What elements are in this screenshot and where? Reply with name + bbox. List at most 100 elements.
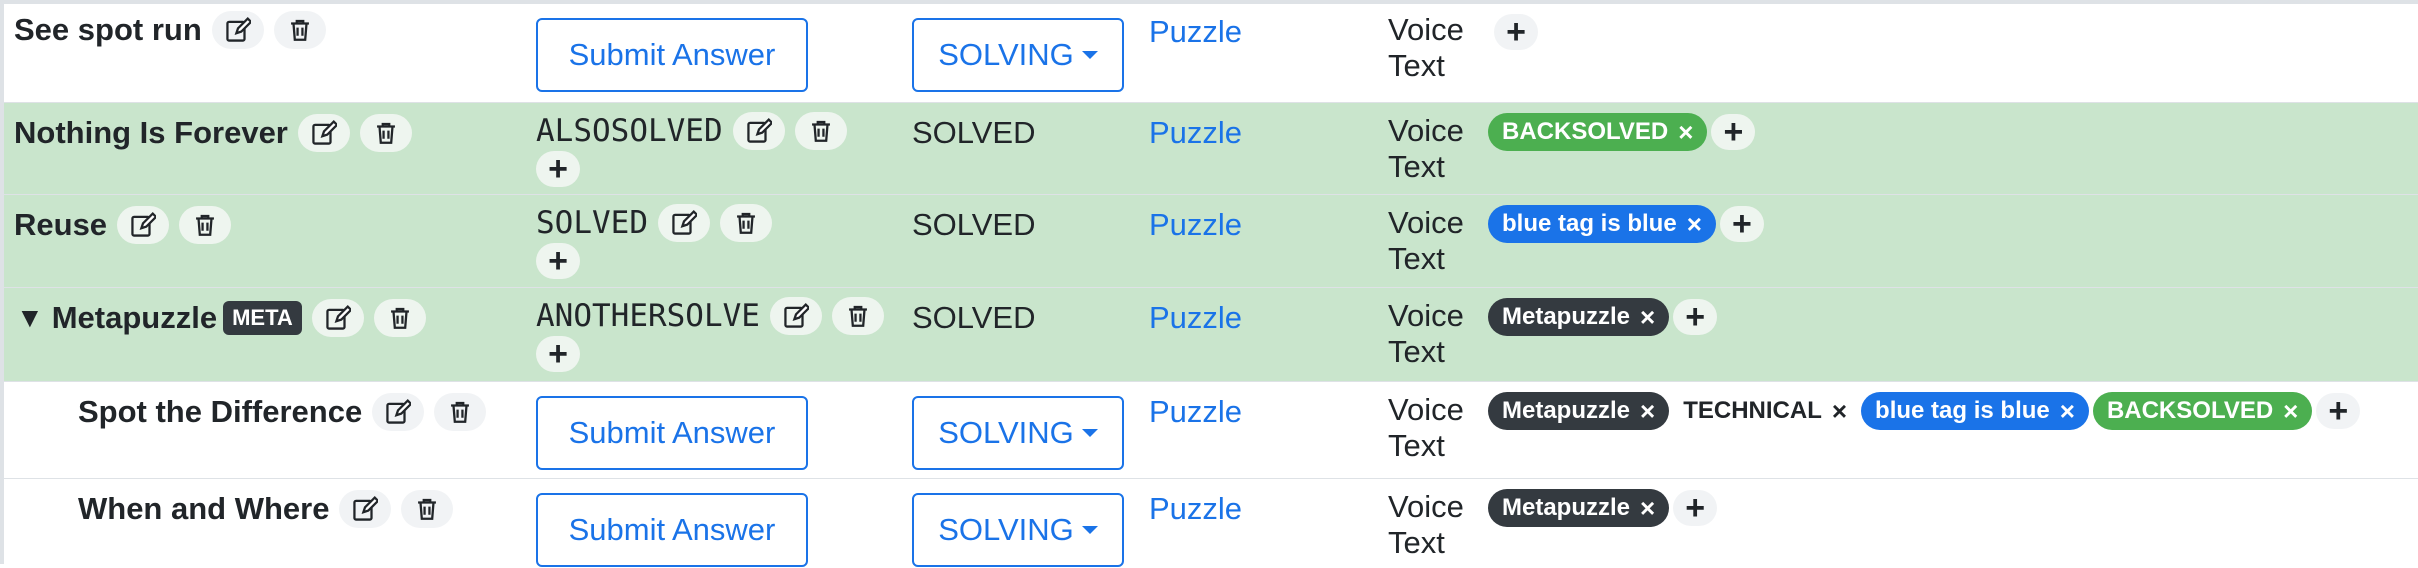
- puzzle-link[interactable]: Puzzle: [1149, 394, 1242, 429]
- status-dropdown[interactable]: SOLVING: [912, 18, 1124, 92]
- add-tag-button[interactable]: +: [1673, 490, 1718, 526]
- trash-icon: [376, 122, 395, 144]
- add-tag-button[interactable]: +: [1494, 14, 1538, 50]
- puzzle-table: See spot run Submit Answer SOLVING Puzzl…: [0, 0, 2418, 567]
- voice-link[interactable]: Voice: [1388, 298, 1464, 334]
- add-tag-button[interactable]: +: [1719, 206, 1764, 242]
- puzzle-link[interactable]: Puzzle: [1149, 300, 1242, 335]
- trash-icon: [811, 120, 830, 142]
- delete-puzzle-button[interactable]: [273, 11, 326, 49]
- voice-link[interactable]: Voice: [1388, 489, 1464, 525]
- edit-name-button[interactable]: [297, 114, 350, 152]
- text-link[interactable]: Text: [1388, 428, 1464, 464]
- delete-answer-button[interactable]: [831, 297, 884, 335]
- submit-answer-button[interactable]: Submit Answer: [536, 396, 808, 470]
- edit-icon: [746, 118, 772, 143]
- delete-puzzle-button[interactable]: [179, 206, 232, 244]
- edit-icon: [386, 399, 412, 424]
- delete-puzzle-button[interactable]: [401, 490, 454, 528]
- caret-down-icon: [1081, 51, 1098, 59]
- puzzle-name: Nothing Is Forever: [14, 115, 288, 150]
- close-icon[interactable]: ×: [2283, 396, 2298, 427]
- puzzle-link[interactable]: Puzzle: [1149, 14, 1242, 49]
- edit-name-button[interactable]: [372, 393, 425, 431]
- add-tag-button[interactable]: +: [1711, 114, 1756, 150]
- edit-answer-button[interactable]: [657, 204, 710, 242]
- status-dropdown[interactable]: SOLVING: [912, 493, 1124, 567]
- status-value: SOLVING: [938, 415, 1074, 450]
- puzzle-link[interactable]: Puzzle: [1149, 491, 1242, 526]
- voice-link[interactable]: Voice: [1388, 12, 1464, 48]
- edit-name-button[interactable]: [211, 11, 264, 49]
- tag[interactable]: Metapuzzle ×: [1488, 489, 1670, 527]
- puzzle-link[interactable]: Puzzle: [1149, 207, 1242, 242]
- add-answer-button[interactable]: +: [536, 151, 580, 187]
- meta-badge: META: [223, 301, 302, 335]
- text-link[interactable]: Text: [1388, 48, 1464, 84]
- tag[interactable]: BACKSOLVED ×: [2092, 392, 2313, 430]
- submit-answer-button[interactable]: Submit Answer: [536, 18, 808, 92]
- puzzle-row: When and Where Submit Answer SOLVING Puz…: [4, 478, 2418, 568]
- edit-icon: [226, 17, 251, 42]
- tag-label: blue tag is blue: [1502, 210, 1677, 237]
- delete-answer-button[interactable]: [794, 112, 847, 150]
- tags-cell: Metapuzzle × +: [1488, 298, 1718, 336]
- delete-puzzle-button[interactable]: [434, 393, 487, 431]
- add-answer-button[interactable]: +: [536, 336, 580, 372]
- trash-icon: [451, 401, 470, 423]
- submit-answer-button[interactable]: Submit Answer: [536, 493, 808, 567]
- tag[interactable]: blue tag is blue ×: [1861, 392, 2089, 430]
- close-icon[interactable]: ×: [1640, 396, 1655, 427]
- delete-puzzle-button[interactable]: [359, 114, 412, 152]
- tags-cell: blue tag is blue × +: [1488, 205, 1764, 243]
- status-dropdown[interactable]: SOLVING: [912, 396, 1124, 470]
- tag[interactable]: BACKSOLVED ×: [1488, 113, 1708, 151]
- voice-link[interactable]: Voice: [1388, 113, 1464, 149]
- close-icon[interactable]: ×: [1678, 117, 1693, 148]
- tag-label: blue tag is blue: [1875, 397, 2050, 424]
- puzzle-row: Spot the Difference Submit Answer SOLVIN…: [4, 381, 2418, 478]
- edit-icon: [326, 305, 351, 330]
- tag[interactable]: Metapuzzle ×: [1488, 298, 1670, 336]
- discord-links: Voice Text: [1388, 113, 1464, 185]
- close-icon[interactable]: ×: [1640, 302, 1655, 333]
- add-tag-button[interactable]: +: [2316, 393, 2361, 429]
- edit-name-button[interactable]: [339, 490, 392, 528]
- tag[interactable]: Metapuzzle ×: [1488, 392, 1670, 430]
- add-tag-button[interactable]: +: [1673, 299, 1718, 335]
- answer-text: SOLVED: [536, 205, 648, 241]
- voice-link[interactable]: Voice: [1388, 392, 1464, 428]
- close-icon[interactable]: ×: [1640, 493, 1655, 524]
- tags-cell: Metapuzzle × +: [1488, 489, 1718, 527]
- voice-link[interactable]: Voice: [1388, 205, 1464, 241]
- status-value: SOLVING: [938, 37, 1074, 72]
- edit-name-button[interactable]: [117, 206, 170, 244]
- collapse-caret-icon[interactable]: ▼: [16, 298, 44, 338]
- edit-answer-button[interactable]: [769, 297, 822, 335]
- text-link[interactable]: Text: [1388, 525, 1464, 561]
- delete-puzzle-button[interactable]: [373, 299, 426, 337]
- close-icon[interactable]: ×: [1832, 396, 1847, 427]
- discord-links: Voice Text: [1388, 12, 1464, 84]
- text-link[interactable]: Text: [1388, 334, 1464, 370]
- delete-answer-button[interactable]: [719, 204, 772, 242]
- puzzle-link[interactable]: Puzzle: [1149, 115, 1242, 150]
- edit-icon: [312, 120, 337, 145]
- text-link[interactable]: Text: [1388, 241, 1464, 277]
- trash-icon: [418, 498, 437, 520]
- trash-icon: [849, 305, 867, 327]
- tag[interactable]: TECHNICAL ×: [1673, 392, 1857, 430]
- close-icon[interactable]: ×: [1687, 209, 1702, 240]
- puzzle-name: Metapuzzle: [51, 300, 218, 335]
- text-link[interactable]: Text: [1388, 149, 1464, 185]
- status-text: SOLVED: [912, 115, 1036, 150]
- trash-icon: [390, 307, 409, 329]
- tag[interactable]: blue tag is blue ×: [1488, 205, 1716, 243]
- close-icon[interactable]: ×: [2060, 396, 2075, 427]
- edit-icon: [131, 212, 157, 237]
- edit-answer-button[interactable]: [732, 112, 785, 150]
- discord-links: Voice Text: [1388, 205, 1464, 277]
- add-answer-button[interactable]: +: [536, 243, 580, 279]
- edit-name-button[interactable]: [311, 299, 364, 337]
- discord-links: Voice Text: [1388, 392, 1464, 464]
